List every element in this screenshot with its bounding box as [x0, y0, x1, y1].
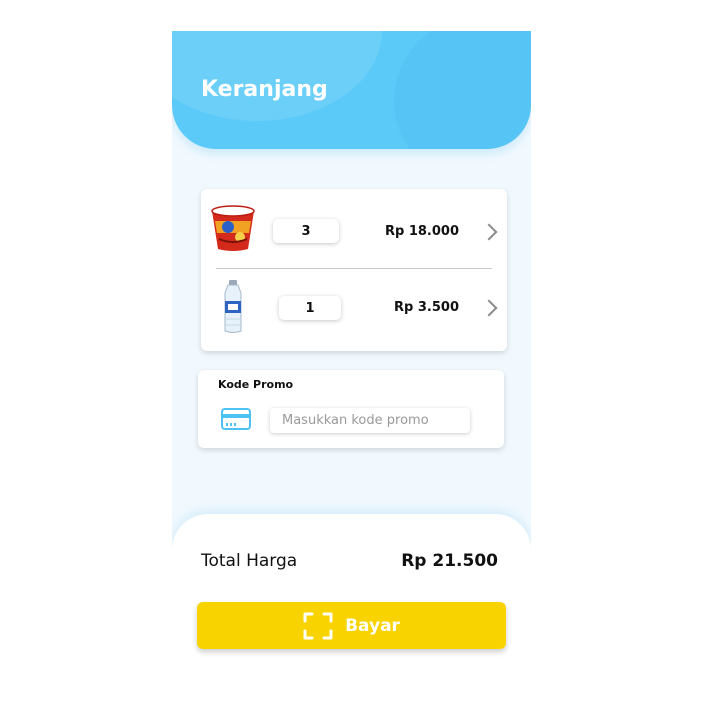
- total-value: Rp 21.500: [401, 551, 498, 571]
- cart-item[interactable]: 3 Rp 18.000: [201, 189, 507, 265]
- quantity-field[interactable]: 1: [279, 296, 341, 320]
- water-bottle-icon: [224, 280, 242, 333]
- promo-card: Kode Promo: [198, 370, 504, 448]
- header-decoration: [394, 31, 531, 149]
- header: Keranjang: [172, 31, 531, 149]
- page-title: Keranjang: [201, 77, 328, 102]
- promo-label: Kode Promo: [218, 378, 294, 391]
- cart-item[interactable]: 1 Rp 3.500: [201, 269, 507, 345]
- promo-code-input[interactable]: [270, 408, 470, 433]
- pay-button-label: Bayar: [345, 615, 400, 636]
- chevron-right-icon[interactable]: [480, 223, 498, 241]
- header-decoration: [172, 31, 382, 121]
- credit-card-icon: [221, 408, 251, 430]
- total-label: Total Harga: [201, 551, 298, 571]
- pay-button[interactable]: Bayar: [197, 602, 506, 649]
- cart-list: 3 Rp 18.000 1 Rp 3.500: [201, 189, 507, 351]
- app-screen: Keranjang 3 Rp 18.000 1 Rp 3.500 Kode Pr…: [172, 31, 531, 703]
- item-price: Rp 18.000: [384, 224, 459, 239]
- scan-icon: [303, 612, 333, 639]
- instant-noodle-cup-icon: [211, 205, 255, 251]
- chevron-right-icon[interactable]: [480, 299, 498, 317]
- item-price: Rp 3.500: [394, 300, 459, 315]
- quantity-field[interactable]: 3: [273, 219, 339, 243]
